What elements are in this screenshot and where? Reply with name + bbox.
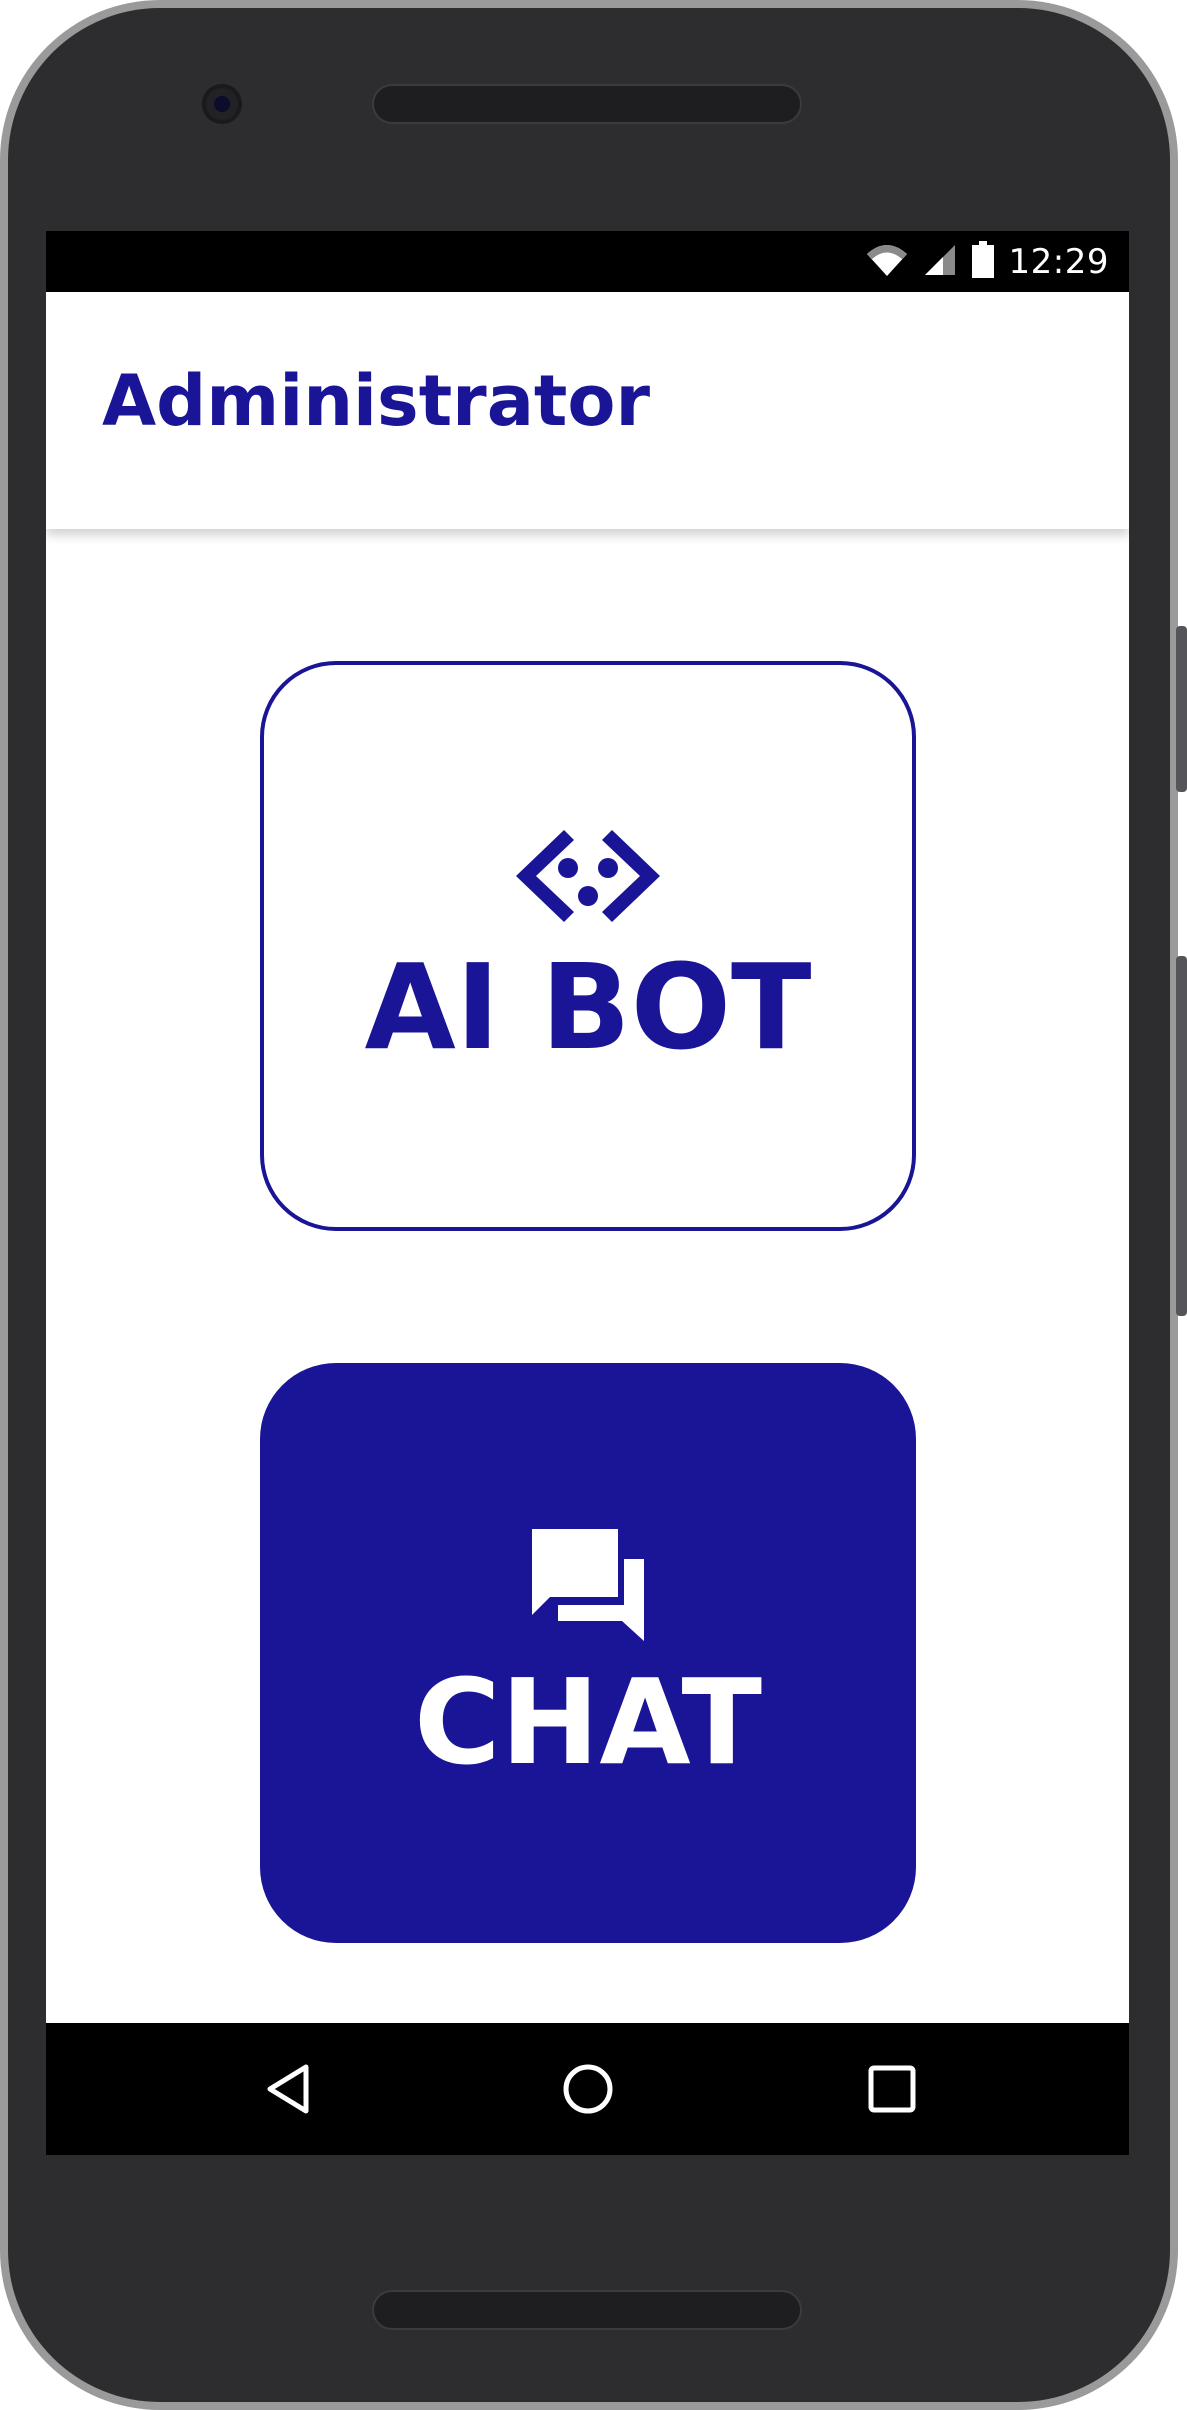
front-camera <box>202 84 242 124</box>
chat-label: CHAT <box>413 1653 762 1791</box>
app-bar: Administrator <box>46 292 1129 529</box>
back-icon[interactable] <box>258 2059 318 2119</box>
ai-bot-button[interactable]: AI BOT <box>260 661 916 1231</box>
volume-button <box>1176 956 1187 1316</box>
status-time: 12:29 <box>1008 241 1109 282</box>
earpiece-speaker <box>374 86 800 122</box>
power-button <box>1176 626 1187 792</box>
page-title: Administrator <box>102 360 651 442</box>
home-icon[interactable] <box>558 2059 618 2119</box>
status-bar: 12:29 <box>46 231 1129 292</box>
bottom-speaker <box>374 2292 800 2328</box>
battery-icon <box>971 240 995 283</box>
ai-bot-icon <box>506 826 670 930</box>
chat-bubbles-icon <box>528 1525 648 1645</box>
status-icons: 12:29 <box>865 231 1109 292</box>
recent-apps-icon[interactable] <box>862 2059 922 2119</box>
ai-bot-label: AI BOT <box>364 938 812 1076</box>
signal-icon <box>923 243 957 281</box>
main-content: AI BOT CHAT <box>46 529 1129 2023</box>
screen: 12:29 Administrator AI BOT CHAT <box>46 231 1129 2155</box>
wifi-icon <box>865 242 909 282</box>
chat-button[interactable]: CHAT <box>260 1363 916 1943</box>
navigation-bar <box>46 2023 1129 2155</box>
